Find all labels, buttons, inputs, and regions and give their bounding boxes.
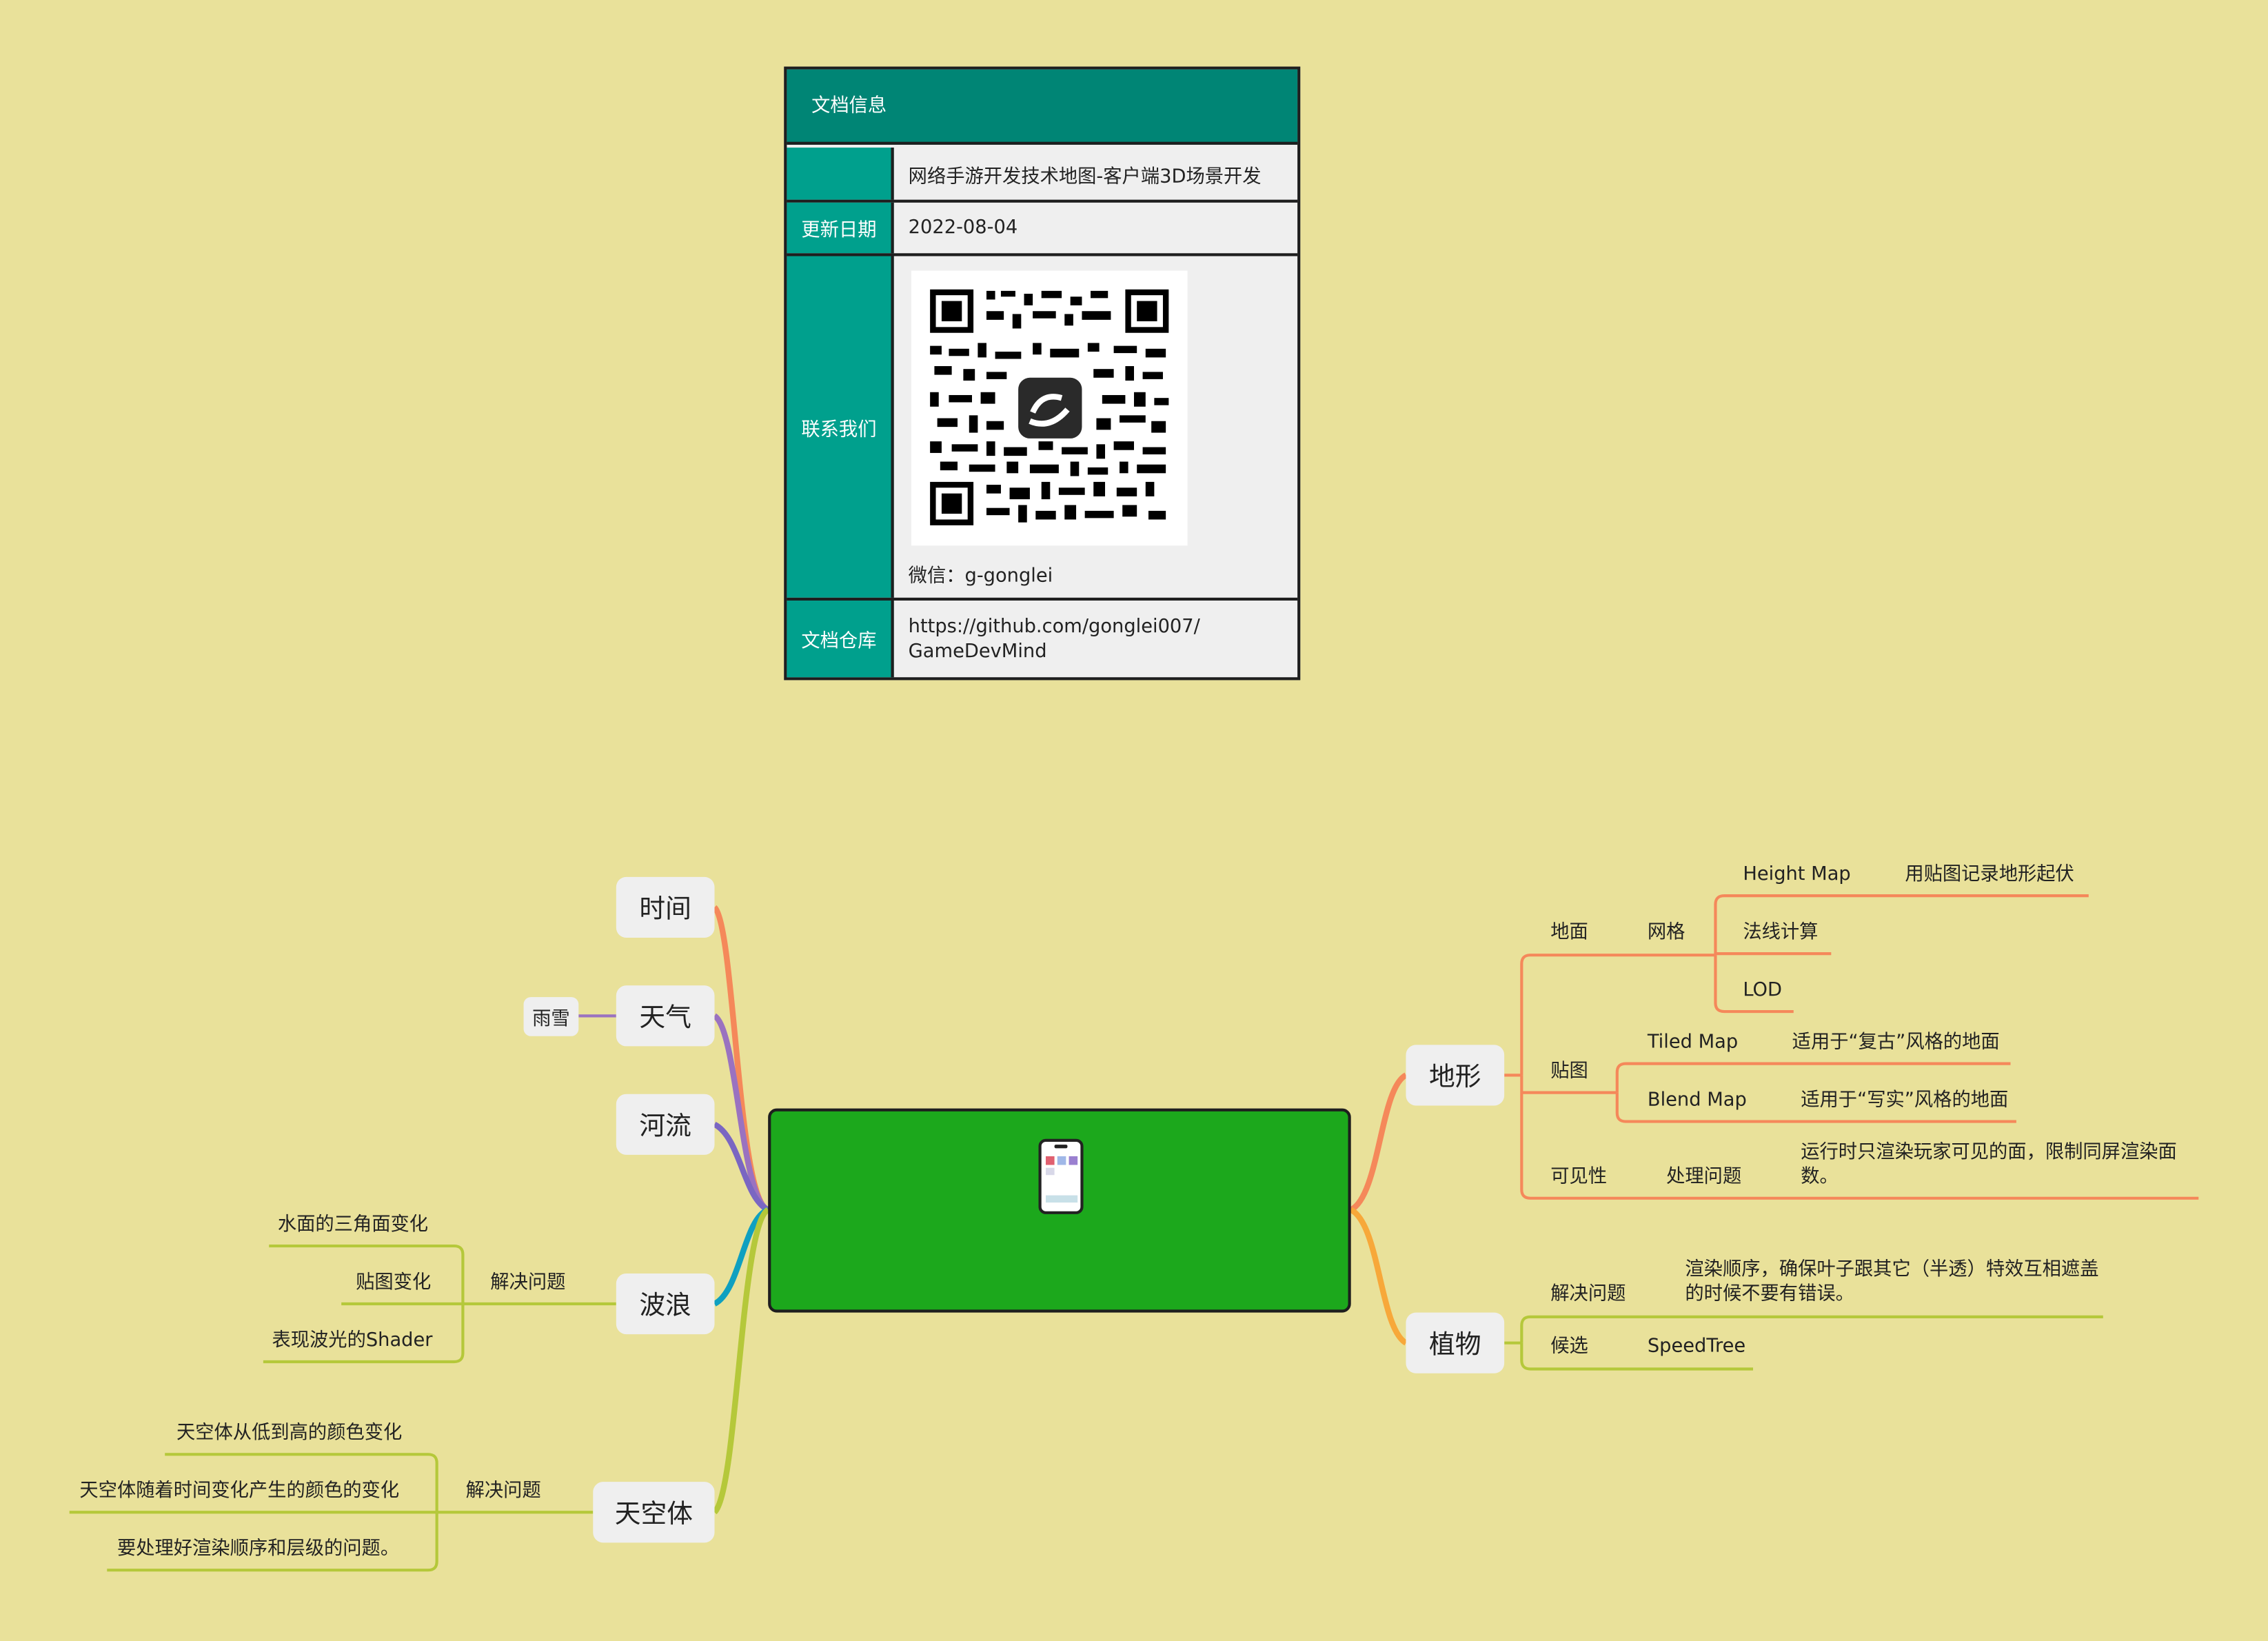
mind-map-canvas: 文档信息 网络手游开发技术地图-客户端3D场景开发 更新日期 2022-08-0…	[0, 0, 2268, 1641]
terrain-visibility[interactable]: 可见性	[1550, 1167, 1607, 1190]
wechat-id: 微信：g-gonglei	[908, 565, 1053, 587]
wave-item[interactable]: 水面的三角面变化	[278, 1214, 428, 1238]
doc-info-title: 文档信息	[787, 69, 1298, 145]
sky-item[interactable]: 天空体随着时间变化产生的颜色的变化	[79, 1480, 399, 1504]
weather-child-rain-snow[interactable]: 雨雪	[523, 997, 579, 1036]
sky-solve-label[interactable]: 解决问题	[466, 1480, 541, 1504]
wave-item[interactable]: 贴图变化	[356, 1272, 431, 1296]
height-map[interactable]: Height Map	[1743, 864, 1850, 887]
topic-wave[interactable]: 波浪	[616, 1273, 715, 1335]
phone-app-icon	[1038, 1138, 1084, 1214]
topic-time[interactable]: 时间	[616, 876, 715, 938]
plants-candidate-value[interactable]: SpeedTree	[1648, 1336, 1745, 1359]
topic-plants[interactable]: 植物	[1406, 1312, 1505, 1373]
blend-map[interactable]: Blend Map	[1648, 1089, 1747, 1113]
blend-map-desc[interactable]: 适用于“写实”风格的地面	[1801, 1089, 2008, 1113]
tiled-map-desc[interactable]: 适用于“复古”风格的地面	[1792, 1031, 2000, 1055]
plants-candidate[interactable]: 候选	[1550, 1336, 1588, 1359]
plants-solve[interactable]: 解决问题	[1550, 1284, 1626, 1307]
sky-item[interactable]: 要处理好渲染顺序和层级的问题。	[117, 1538, 399, 1562]
central-topic[interactable]	[768, 1108, 1351, 1313]
qr-code-icon	[930, 289, 1169, 525]
branch-terrain	[1349, 1072, 1408, 1213]
doc-info-table: 文档信息 网络手游开发技术地图-客户端3D场景开发 更新日期 2022-08-0…	[784, 66, 1301, 681]
topic-river[interactable]: 河流	[616, 1094, 715, 1155]
sky-item[interactable]: 天空体从低到高的颜色变化	[176, 1422, 402, 1446]
repo-label: 文档仓库	[787, 601, 894, 678]
branch-plants	[1349, 1207, 1408, 1346]
terrain-ground[interactable]: 地面	[1550, 922, 1588, 945]
wave-item[interactable]: 表现波光的Shader	[272, 1330, 432, 1353]
branch-weather	[712, 1013, 770, 1213]
repo-link-line2[interactable]: GameDevMind	[909, 639, 1047, 664]
normal-calc[interactable]: 法线计算	[1743, 922, 1818, 945]
wave-solve-label[interactable]: 解决问题	[490, 1272, 565, 1296]
plants-solve-desc[interactable]: 渲染顺序，确保叶子跟其它（半透）特效互相遮盖的时候不要有错误。	[1685, 1258, 2098, 1307]
qr-code[interactable]	[911, 270, 1188, 546]
update-date-value: 2022-08-04	[908, 217, 1018, 239]
visibility-handle[interactable]: 处理问题	[1666, 1167, 1741, 1190]
lod[interactable]: LOD	[1743, 980, 1782, 1003]
terrain-texture[interactable]: 贴图	[1550, 1060, 1588, 1084]
repo-link-line1[interactable]: https://github.com/gonglei007/	[909, 614, 1200, 639]
update-date-label: 更新日期	[787, 202, 894, 254]
terrain-ground-mesh[interactable]: 网格	[1648, 922, 1685, 945]
doc-title-value: 网络手游开发技术地图-客户端3D场景开发	[908, 165, 1262, 188]
tiled-map[interactable]: Tiled Map	[1648, 1031, 1738, 1055]
height-map-desc[interactable]: 用贴图记录地形起伏	[1905, 864, 2074, 887]
topic-weather[interactable]: 天气	[616, 985, 715, 1047]
repo-link[interactable]: https://github.com/gonglei007/ GameDevMi…	[894, 601, 1297, 677]
visibility-desc[interactable]: 运行时只渲染玩家可见的面，限制同屏渲染面数。	[1801, 1140, 2194, 1189]
doc-info-label-blank	[787, 148, 894, 200]
topic-sky[interactable]: 天空体	[593, 1482, 715, 1543]
contact-label: 联系我们	[787, 256, 894, 598]
topic-terrain[interactable]: 地形	[1406, 1045, 1505, 1106]
